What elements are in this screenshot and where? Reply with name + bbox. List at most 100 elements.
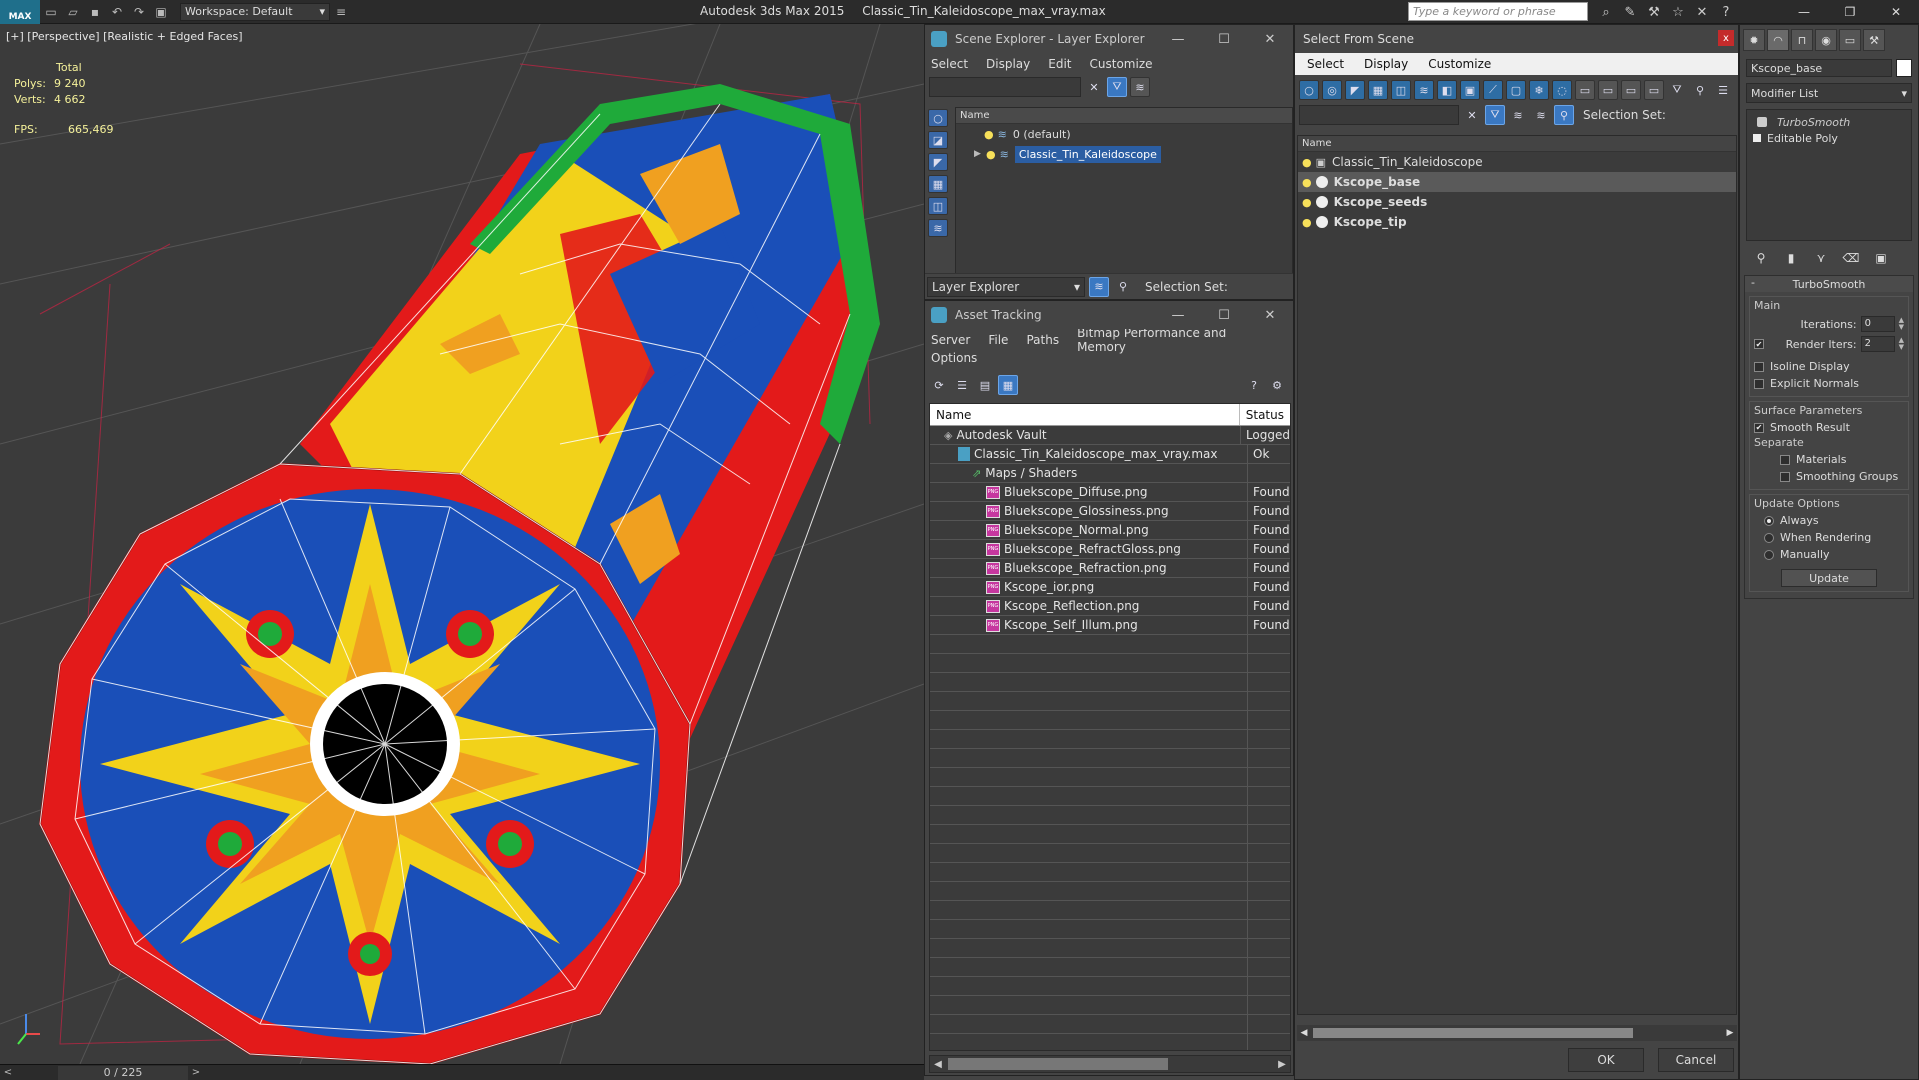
asset-row[interactable]: PNG Bluekscope_Diffuse.png Found — [930, 483, 1290, 502]
scroll-right-icon[interactable]: ▶ — [1274, 1059, 1290, 1070]
always-radio[interactable] — [1764, 515, 1774, 526]
asset-row[interactable]: ◈ Autodesk Vault Logged — [930, 426, 1290, 445]
utilities-tab-icon[interactable]: ⚒ — [1863, 29, 1885, 51]
asset-table-horizontal-scrollbar[interactable]: ◀ ▶ — [929, 1055, 1291, 1073]
menu-edit[interactable]: Edit — [1048, 57, 1071, 71]
favorites-icon[interactable]: ☆ — [1668, 2, 1688, 22]
time-next-button[interactable]: > — [188, 1065, 204, 1080]
workspace-dropdown[interactable]: Workspace: Default ▾ — [180, 2, 330, 21]
asset-row[interactable]: Classic_Tin_Kaleidoscope_max_vray.max Ok — [930, 445, 1290, 464]
menu-display[interactable]: Display — [986, 57, 1030, 71]
clear-search-icon[interactable]: ✕ — [1084, 77, 1104, 97]
object-row[interactable]: ● Kscope_tip — [1298, 212, 1736, 232]
asset-row[interactable]: PNG Kscope_ior.png Found — [930, 578, 1290, 597]
asset-row[interactable]: PNG Bluekscope_Refraction.png Found — [930, 559, 1290, 578]
smooth-result-checkbox[interactable]: ✔ — [1754, 422, 1764, 433]
menu-bitmap-performance[interactable]: Bitmap Performance and Memory — [1077, 326, 1275, 354]
scroll-right-icon[interactable]: ▶ — [1723, 1028, 1737, 1038]
manually-radio[interactable] — [1764, 549, 1774, 560]
column-status[interactable]: Status — [1240, 404, 1290, 425]
layer-explorer-toggle-icon[interactable]: ≋ — [1089, 276, 1109, 297]
lights-filter-icon[interactable]: ◤ — [1345, 80, 1365, 100]
refresh-icon[interactable]: ⟳ — [929, 375, 949, 395]
close-icon[interactable]: ✕ — [1247, 25, 1293, 53]
maximize-icon[interactable]: ☐ — [1201, 301, 1247, 329]
materials-checkbox[interactable] — [1780, 454, 1790, 465]
asset-row[interactable]: PNG Bluekscope_RefractGloss.png Found — [930, 540, 1290, 559]
cancel-button[interactable]: Cancel — [1658, 1048, 1734, 1072]
subscription-icon[interactable]: ✎ — [1620, 2, 1640, 22]
render-iters-spinner[interactable]: 2 — [1860, 336, 1895, 352]
expand-arrow-icon[interactable]: ▶ — [974, 149, 986, 159]
object-row-selected[interactable]: ● Kscope_base — [1298, 172, 1736, 192]
scroll-thumb[interactable] — [1313, 1028, 1633, 1038]
display-none-icon[interactable]: ▭ — [1598, 80, 1618, 100]
display-tab-icon[interactable]: ▭ — [1839, 29, 1861, 51]
groups-filter-icon[interactable]: ◧ — [1437, 80, 1457, 100]
frozen-filter-icon[interactable]: ❄ — [1529, 80, 1549, 100]
display-spacewarps-icon[interactable]: ≋ — [928, 219, 948, 237]
restore-icon[interactable]: ❐ — [1827, 0, 1873, 24]
asset-row[interactable]: PNG Bluekscope_Normal.png Found — [930, 521, 1290, 540]
cameras-filter-icon[interactable]: ▦ — [1368, 80, 1388, 100]
binoculars-icon[interactable]: ⌕ — [1596, 2, 1616, 22]
help-icon[interactable]: ? — [1244, 375, 1264, 395]
spinner-arrows-icon[interactable]: ▲ ▼ — [1899, 337, 1904, 351]
expand-box-icon[interactable] — [1753, 134, 1761, 142]
ok-button[interactable]: OK — [1568, 1048, 1644, 1072]
undo-icon[interactable]: ↶ — [106, 2, 128, 22]
motion-tab-icon[interactable]: ◉ — [1815, 29, 1837, 51]
layer-row-selected[interactable]: ▶ ● ≋ Classic_Tin_Kaleidoscope — [956, 144, 1292, 164]
shapes-filter-icon[interactable]: ◎ — [1322, 80, 1342, 100]
xrefs-filter-icon[interactable]: ▣ — [1460, 80, 1480, 100]
close-icon[interactable]: ✕ — [1873, 0, 1919, 24]
asset-row[interactable]: PNG Bluekscope_Glossiness.png Found — [930, 502, 1290, 521]
object-list-horizontal-scrollbar[interactable]: ◀ ▶ — [1297, 1025, 1737, 1041]
lightbulb-icon[interactable]: ● — [986, 148, 996, 161]
project-folder-icon[interactable]: ▣ — [150, 2, 172, 22]
layer-explorer-icon[interactable]: ≋ — [1531, 105, 1551, 125]
display-lights-icon[interactable]: ◤ — [928, 153, 948, 171]
display-geometry-icon[interactable]: ○ — [928, 109, 948, 127]
perspective-viewport[interactable]: [+] [Perspective] [Realistic + Edged Fac… — [0, 24, 924, 1064]
minimize-icon[interactable]: — — [1781, 0, 1827, 24]
asset-row[interactable]: PNG Kscope_Reflection.png Found — [930, 597, 1290, 616]
app-logo[interactable]: MAX — [0, 0, 40, 24]
minimize-icon[interactable]: — — [1155, 301, 1201, 329]
asset-tracking-titlebar[interactable]: Asset Tracking — ☐ ✕ — [925, 301, 1293, 329]
update-button[interactable]: Update — [1781, 569, 1877, 587]
menu-display[interactable]: Display — [1364, 57, 1408, 71]
explorer-type-dropdown[interactable]: Layer Explorer ▾ — [927, 276, 1085, 297]
lightbulb-icon[interactable]: ● — [1302, 196, 1312, 209]
object-name-field[interactable]: Kscope_base — [1746, 59, 1893, 77]
scroll-left-icon[interactable]: ◀ — [930, 1059, 946, 1070]
menu-paths[interactable]: Paths — [1026, 333, 1059, 347]
create-tab-icon[interactable]: ✹ — [1743, 29, 1765, 51]
hierarchy-icon[interactable]: ⚲ — [1113, 277, 1133, 297]
spacewarps-filter-icon[interactable]: ≋ — [1414, 80, 1434, 100]
layers-icon[interactable]: ≋ — [1130, 77, 1150, 97]
object-color-swatch[interactable] — [1896, 59, 1912, 77]
iterations-spinner[interactable]: 0 — [1860, 316, 1895, 332]
clear-search-icon[interactable]: ✕ — [1462, 105, 1482, 125]
display-helpers-icon[interactable]: ◫ — [928, 197, 948, 215]
close-icon[interactable]: ✕ — [1247, 301, 1293, 329]
display-cameras-icon[interactable]: ▦ — [928, 175, 948, 193]
time-slider[interactable]: < 0 / 225 > — [0, 1064, 924, 1080]
menu-customize[interactable]: Customize — [1090, 57, 1153, 71]
make-unique-icon[interactable]: ⋎ — [1812, 249, 1830, 267]
remove-modifier-icon[interactable]: ⌫ — [1842, 249, 1860, 267]
stack-item-turbosmooth[interactable]: TurboSmooth — [1747, 114, 1911, 130]
display-children-icon[interactable]: ▭ — [1644, 80, 1664, 100]
rollout-header[interactable]: - TurboSmooth — [1745, 276, 1913, 292]
render-iters-checkbox[interactable]: ✔ — [1754, 339, 1764, 349]
containers-filter-icon[interactable]: ▢ — [1506, 80, 1526, 100]
modifier-list-dropdown[interactable]: Modifier List ▾ — [1746, 83, 1912, 103]
save-icon[interactable]: ▪ — [84, 2, 106, 22]
collapse-icon[interactable]: ☰ — [1713, 80, 1733, 100]
asset-row[interactable]: ⇗ Maps / Shaders — [930, 464, 1290, 483]
hierarchy-sort-icon[interactable]: ⚲ — [1690, 80, 1710, 100]
scroll-thumb[interactable] — [948, 1058, 1168, 1070]
object-row-group[interactable]: ● ▣ Classic_Tin_Kaleidoscope — [1298, 152, 1736, 172]
display-shapes-icon[interactable]: ◪ — [928, 131, 948, 149]
